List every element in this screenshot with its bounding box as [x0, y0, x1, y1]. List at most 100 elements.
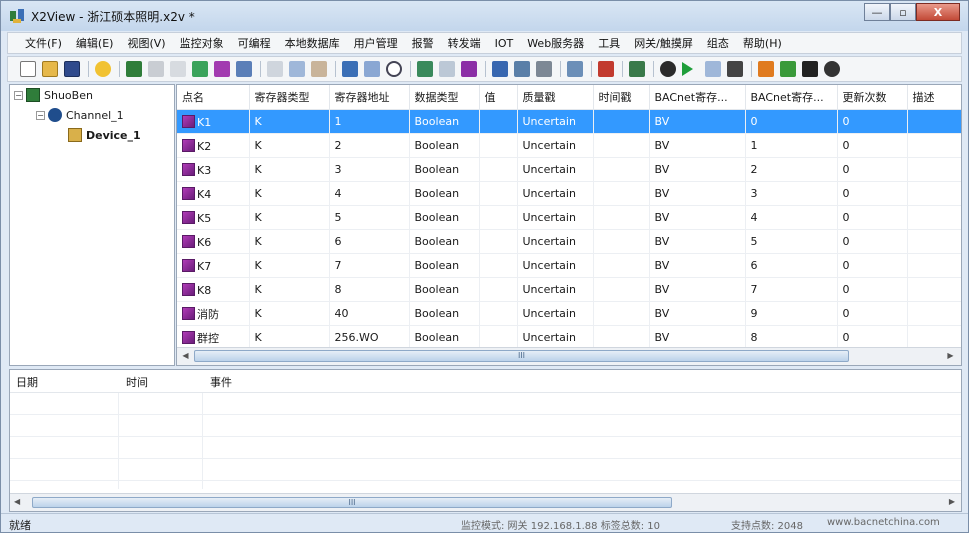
- table-row[interactable]: K4 K 4 Boolean Uncertain BV 3 0: [177, 181, 961, 206]
- table-cell-name[interactable]: K2: [177, 133, 250, 158]
- help-icon[interactable]: [95, 61, 111, 77]
- table-cell-updates[interactable]: 0: [837, 325, 908, 350]
- table-cell-data-type[interactable]: Boolean: [409, 253, 480, 278]
- table-cell-value[interactable]: [479, 109, 518, 134]
- table-cell-reg-type[interactable]: K: [249, 109, 330, 134]
- table-cell-quality[interactable]: Uncertain: [517, 325, 594, 350]
- table-cell-timestamp[interactable]: [593, 277, 650, 302]
- table-cell-updates[interactable]: 0: [837, 133, 908, 158]
- title-bar[interactable]: X2View - 浙江硕本照明.x2v * — ▫ X: [1, 1, 968, 31]
- table-cell-timestamp[interactable]: [593, 157, 650, 182]
- table-cell-timestamp[interactable]: [593, 133, 650, 158]
- table-cell-desc[interactable]: [907, 205, 961, 230]
- tools-icon[interactable]: [727, 61, 743, 77]
- new-file-icon[interactable]: [20, 61, 36, 77]
- menu-monitor-objects[interactable]: 监控对象: [173, 35, 231, 51]
- table-cell-data-type[interactable]: Boolean: [409, 205, 480, 230]
- close-button[interactable]: X: [916, 3, 960, 21]
- table-row[interactable]: K5 K 5 Boolean Uncertain BV 4 0: [177, 205, 961, 230]
- table-cell-desc[interactable]: [907, 325, 961, 350]
- menu-edit[interactable]: 编辑(E): [69, 35, 121, 51]
- column-header[interactable]: 数据类型: [409, 85, 480, 110]
- table-cell-timestamp[interactable]: [593, 325, 650, 350]
- table-cell-updates[interactable]: 0: [837, 205, 908, 230]
- table-cell-bac-addr[interactable]: 7: [745, 277, 838, 302]
- table-cell-reg-type[interactable]: K: [249, 325, 330, 350]
- table-cell-reg-addr[interactable]: 256.WO: [329, 325, 410, 350]
- run-icon[interactable]: [682, 62, 693, 76]
- log-column-event[interactable]: 事件: [210, 374, 232, 390]
- menu-file[interactable]: 文件(F): [18, 35, 69, 51]
- table-cell-data-type[interactable]: Boolean: [409, 277, 480, 302]
- table-cell-quality[interactable]: Uncertain: [517, 181, 594, 206]
- table-cell-desc[interactable]: [907, 253, 961, 278]
- save-icon[interactable]: [64, 61, 80, 77]
- table-cell-bac-addr[interactable]: 8: [745, 325, 838, 350]
- menu-programmable[interactable]: 可编程: [231, 35, 278, 51]
- table-cell-reg-addr[interactable]: 2: [329, 133, 410, 158]
- table-row[interactable]: K7 K 7 Boolean Uncertain BV 6 0: [177, 253, 961, 278]
- table-cell-timestamp[interactable]: [593, 109, 650, 134]
- table-cell-name[interactable]: K4: [177, 181, 250, 206]
- table-cell-reg-type[interactable]: K: [249, 133, 330, 158]
- table-cell-updates[interactable]: 0: [837, 109, 908, 134]
- column-header[interactable]: 寄存器地址: [329, 85, 410, 110]
- tag-group-icon[interactable]: [214, 61, 230, 77]
- log-column-time[interactable]: 时间: [126, 374, 148, 390]
- table-cell-quality[interactable]: Uncertain: [517, 301, 594, 326]
- table-row[interactable]: 群控 K 256.WO Boolean Uncertain BV 8 0: [177, 325, 961, 350]
- menu-iot[interactable]: IOT: [488, 37, 521, 50]
- table-cell-quality[interactable]: Uncertain: [517, 229, 594, 254]
- scroll-left-icon[interactable]: ◀: [14, 497, 20, 506]
- paste-icon[interactable]: [311, 61, 327, 77]
- database-icon[interactable]: [629, 61, 645, 77]
- table-cell-reg-type[interactable]: K: [249, 181, 330, 206]
- alarm-bell-icon[interactable]: [598, 61, 614, 77]
- menu-gateway-touchscreen[interactable]: 网关/触摸屏: [627, 35, 700, 51]
- table-cell-data-type[interactable]: Boolean: [409, 229, 480, 254]
- table-cell-reg-type[interactable]: K: [249, 301, 330, 326]
- column-header[interactable]: 更新次数: [837, 85, 908, 110]
- check-icon[interactable]: [567, 61, 583, 77]
- table-cell-data-type[interactable]: Boolean: [409, 109, 480, 134]
- table-cell-bac-addr[interactable]: 1: [745, 133, 838, 158]
- table-cell-desc[interactable]: [907, 229, 961, 254]
- copy-icon[interactable]: [289, 61, 305, 77]
- add-device-icon[interactable]: [148, 61, 164, 77]
- table-cell-reg-addr[interactable]: 40: [329, 301, 410, 326]
- table-cell-name[interactable]: K5: [177, 205, 250, 230]
- table-cell-bac-type[interactable]: BV: [649, 157, 746, 182]
- bacnet-icon[interactable]: [461, 61, 477, 77]
- tree-node-device[interactable]: Device_1: [68, 127, 141, 143]
- table-cell-bac-type[interactable]: BV: [649, 325, 746, 350]
- monitor-icon[interactable]: [342, 61, 358, 77]
- tree-node-channel[interactable]: − Channel_1: [36, 107, 124, 123]
- table-cell-desc[interactable]: [907, 301, 961, 326]
- table-cell-bac-addr[interactable]: 9: [745, 301, 838, 326]
- table-row[interactable]: K3 K 3 Boolean Uncertain BV 2 0: [177, 157, 961, 182]
- table-cell-bac-addr[interactable]: 5: [745, 229, 838, 254]
- table-cell-value[interactable]: [479, 133, 518, 158]
- table-cell-bac-type[interactable]: BV: [649, 301, 746, 326]
- table-cell-desc[interactable]: [907, 181, 961, 206]
- menu-user-management[interactable]: 用户管理: [347, 35, 405, 51]
- chart-icon[interactable]: [492, 61, 508, 77]
- table-cell-value[interactable]: [479, 205, 518, 230]
- table-cell-bac-type[interactable]: BV: [649, 277, 746, 302]
- import-icon[interactable]: [192, 61, 208, 77]
- table-cell-value[interactable]: [479, 157, 518, 182]
- table-cell-value[interactable]: [479, 253, 518, 278]
- report-icon[interactable]: [514, 61, 530, 77]
- clock-icon[interactable]: [386, 61, 402, 77]
- column-header[interactable]: 点名: [177, 85, 250, 110]
- column-header[interactable]: 值: [479, 85, 518, 110]
- table-cell-data-type[interactable]: Boolean: [409, 181, 480, 206]
- table-cell-bac-addr[interactable]: 6: [745, 253, 838, 278]
- table-cell-desc[interactable]: [907, 133, 961, 158]
- table-cell-reg-addr[interactable]: 8: [329, 277, 410, 302]
- table-cell-name[interactable]: K8: [177, 277, 250, 302]
- table-cell-name[interactable]: K1: [177, 109, 250, 134]
- collapse-icon[interactable]: −: [14, 90, 23, 100]
- horizontal-scrollbar[interactable]: ◀ III ▶: [177, 347, 961, 365]
- table-cell-quality[interactable]: Uncertain: [517, 205, 594, 230]
